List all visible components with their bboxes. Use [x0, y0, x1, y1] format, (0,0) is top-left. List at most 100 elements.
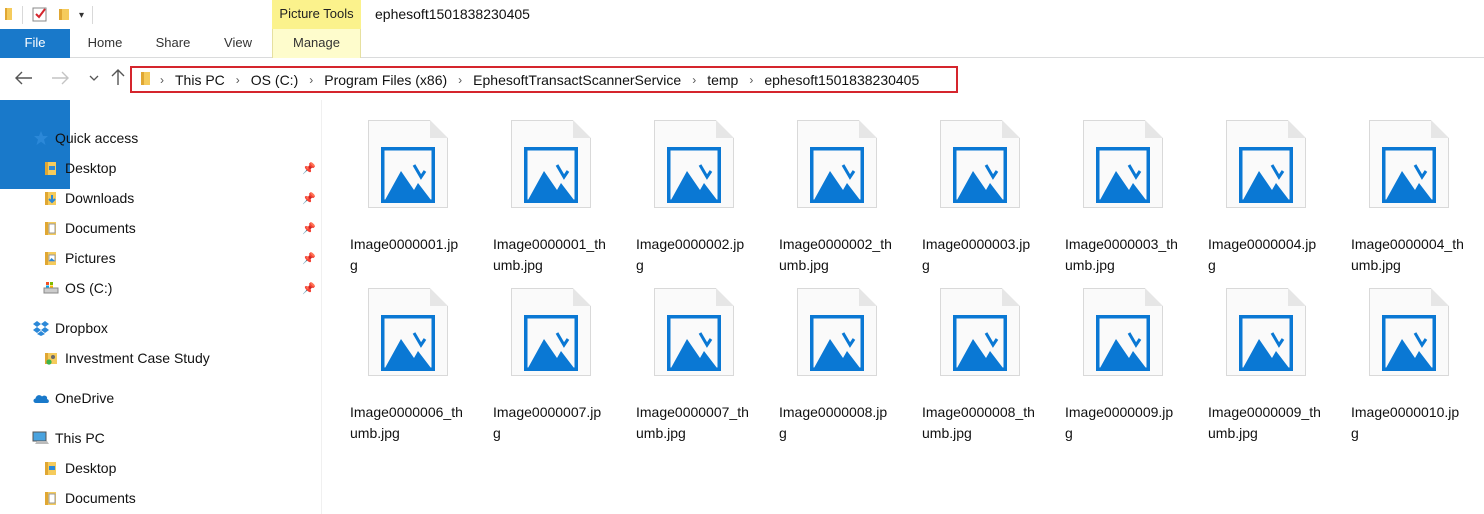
sidebar-item-documents[interactable]: Documents	[42, 213, 136, 243]
file-item[interactable]: Image0000004.jp g	[1180, 100, 1316, 273]
file-name-line: Image0000007.jp	[493, 404, 602, 420]
file-item[interactable]: Image0000006_th umb.jpg	[322, 268, 463, 441]
folder-icon	[42, 159, 60, 177]
file-name-line: g	[1065, 425, 1073, 441]
sidebar-item-desktop[interactable]: Desktop	[42, 153, 116, 183]
image-file-icon	[368, 288, 448, 376]
crumb-program-files[interactable]: Program Files (x86)	[324, 72, 447, 88]
chevron-right-icon[interactable]: ›	[236, 73, 240, 87]
new-folder-icon[interactable]	[57, 6, 73, 25]
file-item[interactable]: Image0000001.jp g	[322, 100, 458, 273]
dropbox-icon	[32, 319, 50, 337]
chevron-right-icon[interactable]: ›	[749, 73, 753, 87]
documents-icon	[42, 489, 60, 507]
drive-icon	[42, 279, 60, 297]
file-item[interactable]: Image0000009_th umb.jpg	[1180, 268, 1321, 441]
picture-icon	[1096, 315, 1150, 371]
sidebar-item-this-pc[interactable]: This PC	[32, 423, 105, 453]
image-file-icon	[1083, 120, 1163, 208]
sidebar-item-documents-pc[interactable]: Documents	[42, 483, 136, 513]
address-bar[interactable]: › This PC › OS (C:) › Program Files (x86…	[130, 66, 958, 93]
crumb-os-c[interactable]: OS (C:)	[251, 72, 298, 88]
picture-icon	[810, 315, 864, 371]
crumb-temp[interactable]: temp	[707, 72, 738, 88]
picture-icon	[810, 147, 864, 203]
pin-icon[interactable]: 📌	[302, 222, 316, 235]
file-item[interactable]: Image0000008_th umb.jpg	[894, 268, 1035, 441]
tab-view[interactable]: View	[206, 29, 270, 58]
picture-icon	[524, 147, 578, 203]
forward-arrow-icon[interactable]	[48, 68, 72, 90]
file-name: Image0000010.jp g	[1351, 402, 1471, 444]
properties-icon[interactable]	[31, 5, 49, 26]
sidebar-item-downloads[interactable]: Downloads	[42, 183, 134, 213]
file-item[interactable]: Image0000010.jp g	[1323, 268, 1459, 441]
sidebar-item-quick-access[interactable]: Quick access	[32, 123, 138, 153]
customize-toolbar-icon[interactable]: ▾	[79, 10, 84, 21]
tab-share[interactable]: Share	[140, 29, 206, 58]
file-name-line: Image0000008_th	[922, 404, 1035, 420]
file-item[interactable]: Image0000009.jp g	[1037, 268, 1173, 441]
sidebar-item-label: OS (C:)	[65, 280, 113, 296]
picture-icon	[381, 147, 435, 203]
navigation-bar: › This PC › OS (C:) › Program Files (x86…	[0, 58, 1484, 100]
chevron-right-icon[interactable]: ›	[458, 73, 462, 87]
file-item[interactable]: Image0000007.jp g	[465, 268, 601, 441]
image-file-icon	[1083, 288, 1163, 376]
file-item[interactable]: Image0000001_th umb.jpg	[465, 100, 606, 273]
pin-icon[interactable]: 📌	[302, 282, 316, 295]
image-file-icon	[1369, 120, 1449, 208]
pin-icon[interactable]: 📌	[302, 162, 316, 175]
sidebar-item-dropbox[interactable]: Dropbox	[32, 313, 108, 343]
chevron-right-icon[interactable]: ›	[692, 73, 696, 87]
file-name-line: g	[779, 425, 787, 441]
divider	[92, 6, 94, 24]
crumb-current-folder[interactable]: ephesoft1501838230405	[764, 72, 919, 88]
sidebar-item-os-c[interactable]: OS (C:)	[42, 273, 112, 303]
image-file-icon	[940, 120, 1020, 208]
file-name-line: g	[493, 425, 501, 441]
file-name-line: Image0000003_th	[1065, 236, 1178, 252]
file-name-line: umb.jpg	[350, 425, 400, 441]
file-name-line: Image0000008.jp	[779, 404, 888, 420]
crumb-ephesoft-service[interactable]: EphesoftTransactScannerService	[473, 72, 681, 88]
file-name-line: umb.jpg	[922, 425, 972, 441]
file-name: Image0000008_th umb.jpg	[922, 402, 1042, 444]
crumb-this-pc[interactable]: This PC	[175, 72, 225, 88]
sidebar-item-desktop-pc[interactable]: Desktop	[42, 453, 116, 483]
picture-icon	[1096, 147, 1150, 203]
sidebar-item-label: Documents	[65, 490, 136, 506]
chevron-right-icon[interactable]: ›	[160, 73, 164, 87]
computer-icon	[32, 429, 50, 447]
tab-home[interactable]: Home	[70, 29, 140, 58]
picture-icon	[667, 315, 721, 371]
picture-icon	[953, 147, 1007, 203]
recent-locations-icon[interactable]	[82, 68, 106, 90]
file-name-line: umb.jpg	[636, 425, 686, 441]
folder-icon	[42, 459, 60, 477]
file-name-line: Image0000007_th	[636, 404, 749, 420]
sidebar-item-pictures[interactable]: Pictures	[42, 243, 116, 273]
pin-icon[interactable]: 📌	[302, 192, 316, 205]
pin-icon[interactable]: 📌	[302, 252, 316, 265]
sidebar-item-investment-case-study[interactable]: Investment Case Study	[42, 343, 210, 373]
file-item[interactable]: Image0000004_th umb.jpg	[1323, 100, 1464, 273]
back-arrow-icon[interactable]	[12, 68, 36, 90]
picture-icon	[524, 315, 578, 371]
file-item[interactable]: Image0000002.jp g	[608, 100, 744, 273]
sidebar-item-onedrive[interactable]: OneDrive	[32, 383, 114, 413]
file-item[interactable]: Image0000008.jp g	[751, 268, 887, 441]
file-name-line: Image0000002.jp	[636, 236, 745, 252]
up-arrow-icon[interactable]	[106, 68, 130, 90]
file-item[interactable]: Image0000003.jp g	[894, 100, 1030, 273]
chevron-right-icon[interactable]: ›	[309, 73, 313, 87]
file-item[interactable]: Image0000002_th umb.jpg	[751, 100, 892, 273]
downloads-icon	[42, 189, 60, 207]
picture-icon	[381, 315, 435, 371]
file-name: Image0000006_th umb.jpg	[350, 402, 470, 444]
picture-tools-header: Picture Tools	[272, 0, 361, 29]
tab-manage[interactable]: Manage	[272, 29, 361, 58]
file-item[interactable]: Image0000003_th umb.jpg	[1037, 100, 1178, 273]
file-item[interactable]: Image0000007_th umb.jpg	[608, 268, 749, 441]
file-name: Image0000007_th umb.jpg	[636, 402, 756, 444]
